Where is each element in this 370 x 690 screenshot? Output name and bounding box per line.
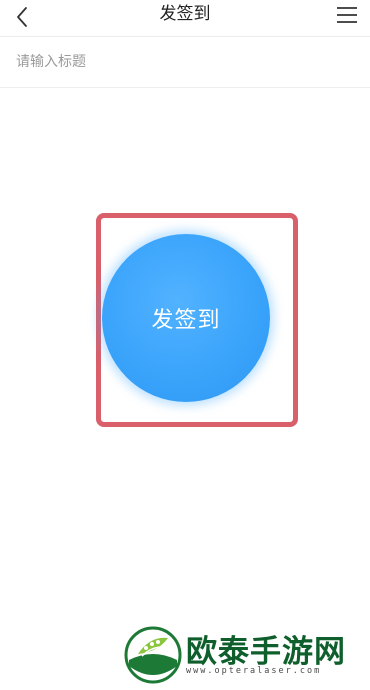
sign-in-button[interactable]: 发签到	[102, 234, 270, 402]
watermark-text: 欧泰手游网	[186, 634, 346, 670]
hamburger-menu-icon	[337, 7, 357, 23]
watermark: 欧泰手游网 www.opteralaser.com	[122, 624, 362, 690]
page-title: 发签到	[159, 4, 211, 24]
watermark-url: www.opteralaser.com	[186, 666, 322, 676]
top-nav-bar: 发签到	[0, 0, 370, 37]
title-row	[0, 37, 370, 88]
wheat-leaf-logo	[124, 626, 182, 684]
menu-button[interactable]	[332, 2, 362, 28]
sign-in-button-label: 发签到	[151, 308, 221, 333]
title-input[interactable]	[14, 47, 358, 77]
